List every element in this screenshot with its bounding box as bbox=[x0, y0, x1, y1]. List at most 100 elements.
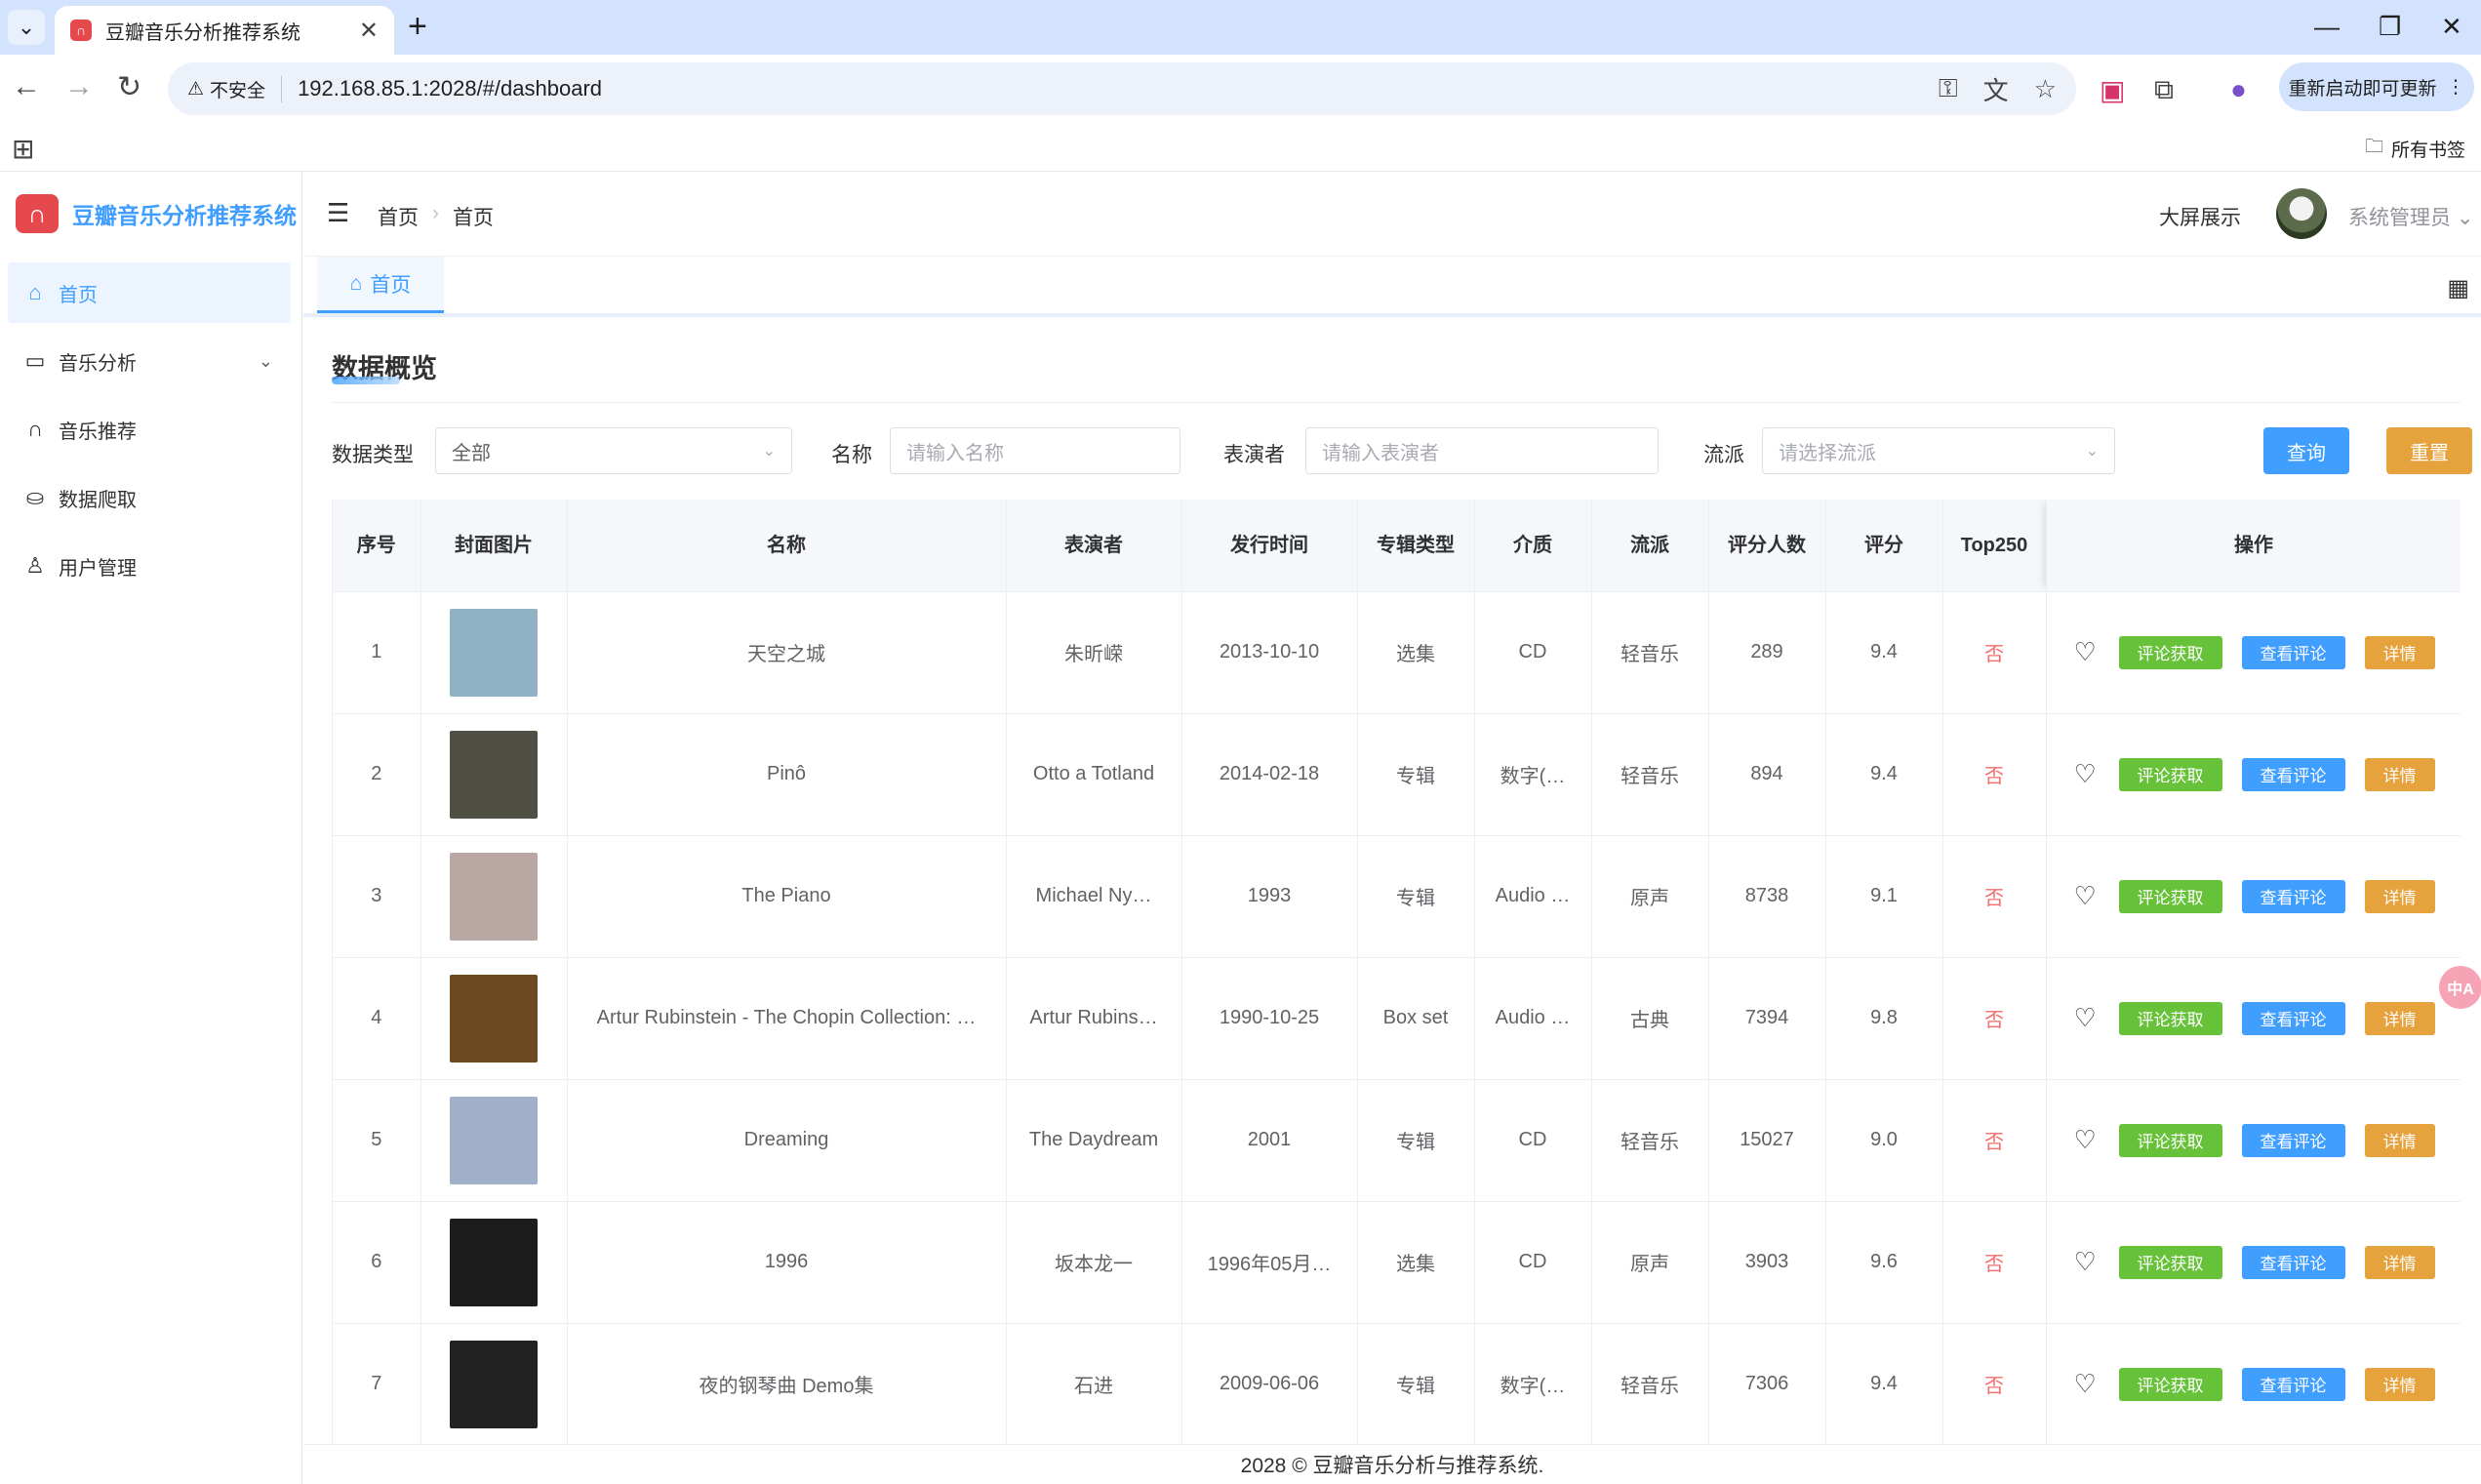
cell-type: 选集 bbox=[1357, 591, 1475, 714]
view-comments-button[interactable]: 查看评论 bbox=[2241, 1001, 2345, 1035]
cell-score: 9.8 bbox=[1825, 957, 1943, 1080]
fetch-comments-button[interactable]: 评论获取 bbox=[2118, 1367, 2222, 1401]
grid-icon[interactable]: ▦ bbox=[2447, 274, 2469, 302]
column-header: 序号 bbox=[333, 500, 421, 592]
cover-cell bbox=[420, 713, 568, 836]
cover-image[interactable] bbox=[450, 974, 538, 1063]
detail-button[interactable]: 详情 bbox=[2364, 1245, 2435, 1279]
sidebar-item-user-management[interactable]: ♙ 用户管理 bbox=[8, 536, 291, 596]
view-comments-button[interactable]: 查看评论 bbox=[2241, 1123, 2345, 1157]
new-tab-icon[interactable]: + bbox=[408, 8, 427, 46]
table-header-row: 序号 封面图片 名称 表演者 发行时间 专辑类型 介质 流派 评分人数 评分 T… bbox=[333, 500, 2461, 592]
profile-icon[interactable]: ● bbox=[2230, 74, 2247, 105]
detail-button[interactable]: 详情 bbox=[2364, 1001, 2435, 1035]
apps-grid-icon[interactable]: ⊞ bbox=[12, 133, 34, 165]
fetch-comments-button[interactable]: 评论获取 bbox=[2118, 635, 2222, 669]
chevron-down-icon: ⌄ bbox=[258, 350, 273, 371]
view-comments-button[interactable]: 查看评论 bbox=[2241, 757, 2345, 791]
forward-icon[interactable]: → bbox=[64, 70, 94, 103]
cell-date: 1996年05月… bbox=[1181, 1201, 1358, 1324]
table-row: 6 1996 坂本龙一 1996年05月… 选集 CD 原声 3903 9.6 否 ♡ 评论获取 查看评… bbox=[333, 1201, 2461, 1324]
cell-score: 9.0 bbox=[1825, 1079, 1943, 1202]
heart-icon[interactable]: ♡ bbox=[2074, 1125, 2119, 1155]
view-comments-button[interactable]: 查看评论 bbox=[2241, 1245, 2345, 1279]
cover-image[interactable] bbox=[450, 1096, 538, 1184]
detail-button[interactable]: 详情 bbox=[2364, 1367, 2435, 1401]
column-header: 名称 bbox=[567, 500, 1007, 592]
restore-icon[interactable]: ❐ bbox=[2379, 12, 2401, 42]
detail-button[interactable]: 详情 bbox=[2364, 757, 2435, 791]
column-header: 表演者 bbox=[1006, 500, 1182, 592]
reload-icon[interactable]: ↻ bbox=[117, 70, 141, 104]
brand[interactable]: ∩ 豆瓣音乐分析推荐系统 bbox=[16, 194, 297, 233]
fetch-comments-button[interactable]: 评论获取 bbox=[2118, 757, 2222, 791]
cell-genre: 轻音乐 bbox=[1591, 1323, 1709, 1444]
sidebar-item-music-analysis[interactable]: ▭ 音乐分析 ⌄ bbox=[8, 331, 291, 391]
query-button[interactable]: 查询 bbox=[2263, 427, 2349, 474]
translate-float-icon[interactable]: 中A bbox=[2439, 966, 2481, 1009]
tab-home[interactable]: ⌂ 首页 bbox=[317, 257, 444, 313]
close-icon[interactable]: ✕ bbox=[359, 17, 379, 45]
extension-icon[interactable]: ▣ bbox=[2100, 74, 2125, 106]
cover-cell bbox=[420, 591, 568, 714]
cover-image[interactable] bbox=[450, 1340, 538, 1428]
fetch-comments-button[interactable]: 评论获取 bbox=[2118, 1001, 2222, 1035]
fetch-comments-button[interactable]: 评论获取 bbox=[2118, 879, 2222, 913]
detail-button[interactable]: 详情 bbox=[2364, 1123, 2435, 1157]
menu-toggle-icon[interactable]: ☰ bbox=[327, 198, 349, 228]
table-row: 1 天空之城 朱昕嵘 2013-10-10 选集 CD 轻音乐 289 9.4 否 ♡ 评论获取 查看评… bbox=[333, 591, 2461, 714]
restart-update-button[interactable]: 重新启动即可更新 ⋮ bbox=[2279, 62, 2474, 111]
cell-date: 1990-10-25 bbox=[1181, 957, 1358, 1080]
detail-button[interactable]: 详情 bbox=[2364, 635, 2435, 669]
window-close-icon[interactable]: ✕ bbox=[2441, 12, 2462, 42]
cover-image[interactable] bbox=[450, 608, 538, 697]
heart-icon[interactable]: ♡ bbox=[2074, 759, 2119, 789]
translate-icon[interactable]: 文 bbox=[1983, 71, 2009, 107]
avatar[interactable] bbox=[2276, 188, 2327, 239]
cell-count: 3903 bbox=[1708, 1201, 1826, 1324]
view-comments-button[interactable]: 查看评论 bbox=[2241, 879, 2345, 913]
key-icon[interactable]: ⚿ bbox=[1939, 73, 1958, 104]
reset-button[interactable]: 重置 bbox=[2386, 427, 2472, 474]
heart-icon[interactable]: ♡ bbox=[2074, 637, 2119, 667]
detail-button[interactable]: 详情 bbox=[2364, 879, 2435, 913]
cell-medium: CD bbox=[1474, 1201, 1592, 1324]
heart-icon[interactable]: ♡ bbox=[2074, 1003, 2119, 1033]
data-type-select[interactable]: 全部 ⌄ bbox=[435, 427, 792, 474]
fetch-comments-button[interactable]: 评论获取 bbox=[2118, 1123, 2222, 1157]
sidebar-item-data-crawl[interactable]: ⛀ 数据爬取 bbox=[8, 467, 291, 528]
table-row: 3 The Piano Michael Ny… 1993 专辑 Audio … 原声 8738… bbox=[333, 835, 2461, 958]
cover-image[interactable] bbox=[450, 730, 538, 819]
heart-icon[interactable]: ♡ bbox=[2074, 1247, 2119, 1277]
view-comments-button[interactable]: 查看评论 bbox=[2241, 635, 2345, 669]
fetch-comments-button[interactable]: 评论获取 bbox=[2118, 1245, 2222, 1279]
heart-icon[interactable]: ♡ bbox=[2074, 1369, 2119, 1399]
star-icon[interactable]: ☆ bbox=[2034, 74, 2057, 104]
back-icon[interactable]: ← bbox=[12, 70, 41, 103]
sidebar-item-music-recommend[interactable]: ∩ 音乐推荐 bbox=[8, 399, 291, 460]
breadcrumb-item[interactable]: 首页 bbox=[378, 202, 419, 231]
tab-search-button[interactable]: ⌄ bbox=[8, 10, 45, 45]
cell-genre: 原声 bbox=[1591, 1201, 1709, 1324]
view-comments-button[interactable]: 查看评论 bbox=[2241, 1367, 2345, 1401]
tab-label: 首页 bbox=[370, 273, 412, 297]
puzzle-icon[interactable]: ⧉ bbox=[2154, 74, 2174, 106]
heart-icon[interactable]: ♡ bbox=[2074, 881, 2119, 911]
sidebar-item-home[interactable]: ⌂ 首页 bbox=[8, 262, 291, 323]
performer-input[interactable]: 请输入表演者 bbox=[1305, 427, 1659, 474]
address-bar[interactable]: ⚠ 不安全 192.168.85.1:2028/#/dashboard ⚿ 文 … bbox=[168, 62, 2076, 115]
user-dropdown[interactable]: 系统管理员 ⌄ bbox=[2348, 202, 2473, 231]
cover-image[interactable] bbox=[450, 852, 538, 941]
browser-tab[interactable]: ∩ 豆瓣音乐分析推荐系统 ✕ bbox=[55, 6, 394, 55]
url-text[interactable]: 192.168.85.1:2028/#/dashboard bbox=[298, 76, 1913, 101]
genre-select[interactable]: 请选择流派 ⌄ bbox=[1762, 427, 2115, 474]
cell-medium: CD bbox=[1474, 1079, 1592, 1202]
cover-image[interactable] bbox=[450, 1218, 538, 1306]
name-input[interactable]: 请输入名称 bbox=[890, 427, 1180, 474]
bigscreen-link[interactable]: 大屏展示 bbox=[2159, 202, 2241, 231]
security-indicator[interactable]: ⚠ 不安全 bbox=[187, 75, 283, 102]
actions-cell: ♡ 评论获取 查看评论 详情 bbox=[2046, 957, 2461, 1080]
all-bookmarks[interactable]: 🗀 所有书签 bbox=[2365, 133, 2465, 164]
cell-performer: Artur Rubins… bbox=[1006, 957, 1182, 1080]
minimize-icon[interactable]: — bbox=[2314, 12, 2340, 42]
